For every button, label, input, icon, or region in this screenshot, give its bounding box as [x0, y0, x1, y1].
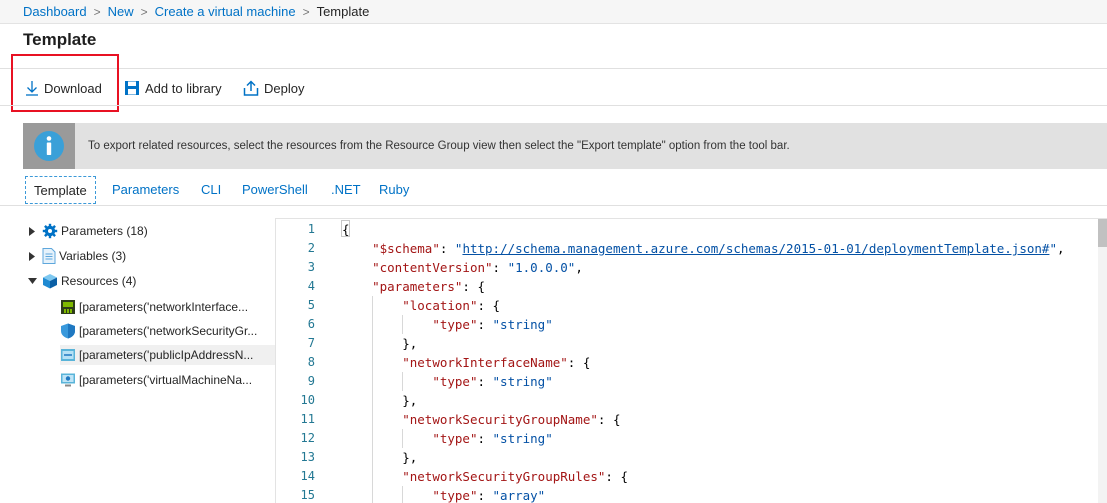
code-line: }, — [402, 336, 418, 351]
tabs-divider — [0, 205, 1107, 206]
breadcrumb-current: Template — [316, 4, 370, 19]
caret-right-icon[interactable] — [27, 251, 37, 261]
info-icon — [23, 123, 75, 169]
line-number: 11 — [300, 412, 315, 426]
save-icon — [124, 80, 140, 96]
download-highlight-box — [11, 54, 119, 112]
tree-node-resources[interactable]: Resources (4) — [27, 271, 136, 291]
line-number: 15 — [300, 488, 315, 502]
breadcrumb: Dashboard > New > Create a virtual machine > T… — [0, 0, 1107, 24]
line-number: 4 — [307, 279, 315, 293]
tab-parameters[interactable]: Parameters — [112, 176, 179, 204]
code-line: "networkInterfaceName": { — [402, 355, 591, 370]
info-banner: To export related resources, select the … — [23, 123, 1107, 169]
line-number: 8 — [307, 355, 315, 369]
line-number: 12 — [300, 431, 315, 445]
shield-icon — [60, 323, 76, 339]
tree-resource-public-ip-address[interactable]: [parameters('publicIpAddressN... — [60, 345, 275, 365]
tab-cli[interactable]: CLI — [201, 176, 221, 204]
tree-resource-label: [parameters('networkSecurityGr... — [79, 324, 258, 338]
code-line: "parameters": { — [372, 279, 485, 294]
info-banner-text: To export related resources, select the … — [88, 140, 790, 152]
add-to-library-label: Add to library — [145, 80, 222, 96]
chevron-right-icon: > — [93, 5, 101, 19]
code-line: "type": "array" — [432, 488, 546, 503]
line-number: 5 — [307, 298, 315, 312]
gear-icon — [42, 223, 58, 239]
cube-icon — [42, 273, 58, 289]
template-code-editor[interactable]: 1 2 3 4 5 6 7 8 9 10 11 12 13 14 15 { "$schema": "http… — [275, 218, 1107, 503]
tab-dotnet[interactable]: .NET — [331, 176, 361, 204]
tree-resource-label: [parameters('publicIpAddressN... — [79, 348, 254, 362]
upload-icon — [243, 80, 259, 96]
line-number-gutter: 1 2 3 4 5 6 7 8 9 10 11 12 13 14 15 — [276, 219, 336, 503]
line-number: 10 — [300, 393, 315, 407]
editor-scrollbar[interactable] — [1098, 219, 1107, 503]
code-line: "networkSecurityGroupRules": { — [402, 469, 628, 484]
title-divider — [0, 68, 1107, 69]
line-number: 9 — [307, 374, 315, 388]
chevron-right-icon: > — [302, 5, 310, 19]
code-line: "type": "string" — [432, 317, 553, 332]
page-title: Template — [23, 30, 97, 49]
line-number: 7 — [307, 336, 315, 350]
breadcrumb-new-link[interactable]: New — [108, 4, 134, 19]
tab-ruby[interactable]: Ruby — [379, 176, 409, 204]
caret-down-icon[interactable] — [27, 278, 37, 284]
caret-right-icon[interactable] — [27, 226, 37, 236]
tree-node-variables[interactable]: Variables (3) — [27, 246, 126, 266]
document-icon — [42, 248, 56, 264]
line-number: 2 — [307, 241, 315, 255]
tab-template[interactable]: Template — [25, 176, 96, 204]
line-number: 14 — [300, 469, 315, 483]
deploy-button[interactable]: Deploy — [243, 78, 304, 98]
code-line: "contentVersion": "1.0.0.0", — [372, 260, 583, 275]
code-line: "networkSecurityGroupName": { — [402, 412, 621, 427]
breadcrumb-create-vm-link[interactable]: Create a virtual machine — [155, 4, 296, 19]
line-number: 13 — [300, 450, 315, 464]
code-line: }, — [402, 450, 418, 465]
network-interface-icon — [60, 299, 76, 315]
deploy-label: Deploy — [264, 80, 305, 96]
code-line: "$schema": "http://schema.management.azu… — [372, 241, 1065, 256]
code-line: "location": { — [402, 298, 501, 313]
code-line: "type": "string" — [432, 374, 553, 389]
toolbar-divider — [0, 105, 1107, 106]
tree-node-parameters[interactable]: Parameters (18) — [27, 221, 148, 241]
tree-resource-virtual-machine[interactable]: [parameters('virtualMachineNa... — [60, 370, 275, 390]
tree-label: Parameters (18) — [61, 224, 148, 238]
line-number: 6 — [307, 317, 315, 331]
line-number: 3 — [307, 260, 315, 274]
chevron-right-icon: > — [140, 5, 148, 19]
breadcrumb-dashboard-link[interactable]: Dashboard — [23, 4, 87, 19]
tree-label: Resources (4) — [61, 274, 137, 288]
add-to-library-button[interactable]: Add to library — [124, 78, 222, 98]
tree-resource-label: [parameters('networkInterface... — [79, 300, 249, 314]
code-line: { — [342, 222, 350, 237]
tree-resource-network-interface[interactable]: [parameters('networkInterface... — [60, 297, 275, 317]
tree-resource-network-security-group[interactable]: [parameters('networkSecurityGr... — [60, 321, 275, 341]
tab-powershell[interactable]: PowerShell — [242, 176, 308, 204]
code-line: }, — [402, 393, 418, 408]
code-line: "type": "string" — [432, 431, 553, 446]
line-number: 1 — [307, 222, 315, 236]
virtual-machine-icon — [60, 372, 76, 388]
tree-resource-label: [parameters('virtualMachineNa... — [79, 373, 253, 387]
public-ip-icon — [60, 347, 76, 363]
editor-scrollbar-thumb[interactable] — [1098, 219, 1107, 247]
tree-label: Variables (3) — [59, 249, 127, 263]
